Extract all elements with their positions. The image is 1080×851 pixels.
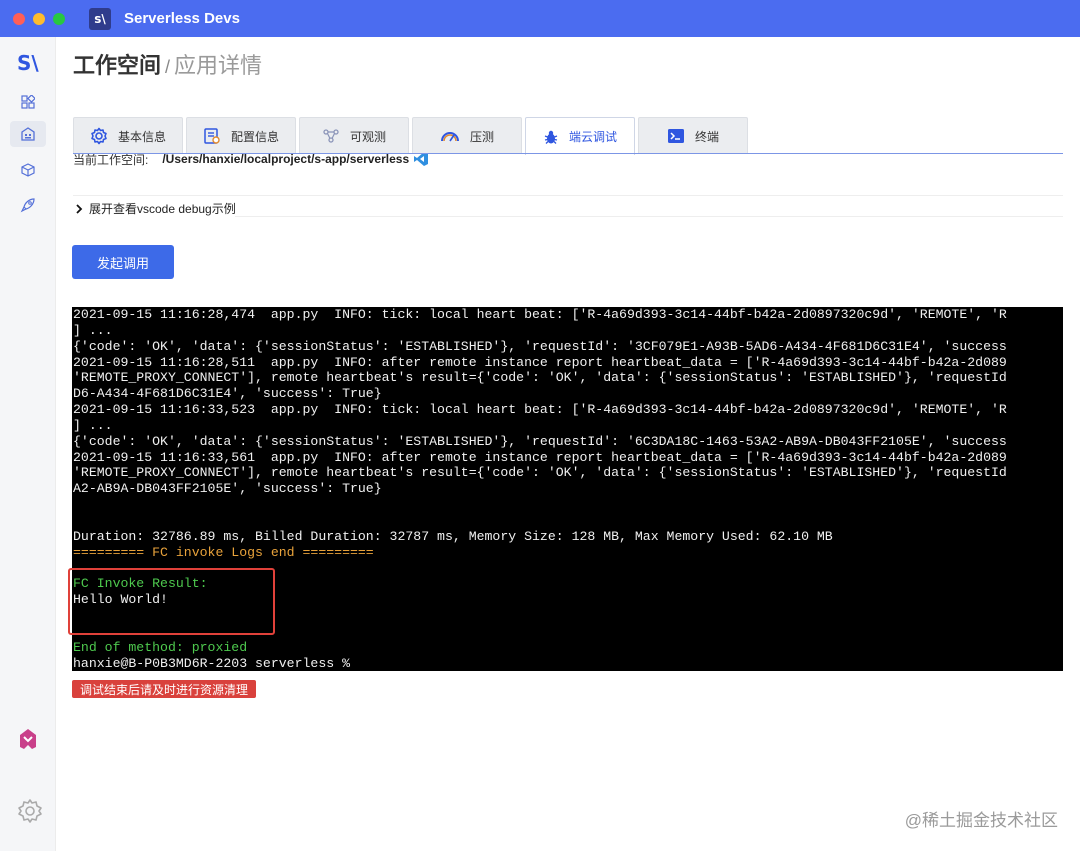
gear-icon	[91, 127, 107, 145]
terminal-line: ========= FC invoke Logs end =========	[73, 544, 374, 560]
terminal-line: 2021-09-15 11:16:28,474 app.py INFO: tic…	[73, 307, 1007, 322]
close-window-button[interactable]	[13, 12, 25, 25]
breadcrumb-app-detail: 应用详情	[174, 53, 263, 78]
sidebar-item-dashboard[interactable]	[10, 89, 46, 115]
terminal-line: ] ...	[73, 322, 113, 338]
gauge-icon	[440, 132, 459, 142]
breadcrumb-separator: /	[165, 57, 171, 77]
tab-stress-test[interactable]: 压测	[412, 117, 522, 154]
tab-observability[interactable]: 可观测	[299, 117, 409, 154]
tab-remote-debug[interactable]: 端云调试	[525, 117, 635, 155]
terminal-line: Duration: 32786.89 ms, Billed Duration: …	[73, 528, 833, 544]
brand-logo-icon	[20, 729, 36, 749]
terminal-line: {'code': 'OK', 'data': {'sessionStatus':…	[73, 433, 1007, 449]
tab-underline	[73, 153, 1063, 154]
sidebar-item-packages[interactable]	[10, 157, 46, 183]
invoke-button[interactable]: 发起调用	[72, 245, 174, 279]
sidebar-item-apps[interactable]	[10, 121, 46, 147]
app-store-icon	[21, 127, 35, 141]
tab-basic-info[interactable]: 基本信息	[73, 117, 183, 154]
tab-label: 配置信息	[230, 129, 279, 144]
divider	[73, 195, 1063, 196]
maximize-window-button[interactable]	[53, 12, 65, 25]
rocket-icon	[20, 198, 35, 213]
sidebar-logo[interactable]: S\	[17, 51, 39, 75]
app-title: Serverless Devs	[124, 10, 240, 27]
bug-icon	[544, 130, 558, 144]
tab-bar: 基本信息 配置信息 可观测 压测 端云调试 终端	[73, 117, 751, 155]
title-bar: s\ Serverless Devs	[0, 0, 1080, 37]
tab-terminal[interactable]: 终端	[638, 117, 748, 154]
minimize-window-button[interactable]	[33, 12, 45, 25]
terminal-icon	[667, 129, 684, 143]
cube-icon	[21, 163, 35, 177]
tab-label: 基本信息	[117, 129, 166, 144]
terminal-line: 2021-09-15 11:16:33,561 app.py INFO: aft…	[73, 449, 1007, 465]
terminal-line: A2-AB9A-DB043FF2105E', 'success': True}	[73, 481, 382, 497]
tab-config-info[interactable]: 配置信息	[186, 117, 296, 154]
tab-label: 压测	[469, 129, 494, 144]
terminal-line: ] ...	[73, 417, 113, 433]
sidebar: S\	[0, 37, 56, 851]
tab-label: 终端	[694, 129, 719, 144]
breadcrumb: 工作空间 / 应用详情	[73, 48, 262, 80]
app-logo-icon: s\	[89, 7, 111, 30]
breadcrumb-workspace[interactable]: 工作空间	[73, 48, 161, 80]
terminal-line: 2021-09-15 11:16:33,523 app.py INFO: tic…	[73, 402, 1007, 418]
terminal-line: hanxie@B-P0B3MD6R-2203 serverless %	[73, 655, 350, 671]
chevron-right-icon	[76, 203, 83, 214]
divider	[235, 216, 1063, 217]
vscode-debug-expander[interactable]: 展开查看vscode debug示例	[73, 200, 236, 217]
result-highlight-box	[68, 568, 275, 635]
terminal-line: {'code': 'OK', 'data': {'sessionStatus':…	[73, 338, 1007, 354]
watermark: @稀土掘金技术社区	[904, 811, 1058, 830]
terminal-line: D6-A434-4F681D6C31E4', 'success': True}	[73, 386, 382, 402]
window-controls	[13, 12, 65, 25]
expander-label: 展开查看vscode debug示例	[89, 202, 236, 216]
terminal-line: 'REMOTE_PROXY_CONNECT'], remote heartbea…	[73, 465, 1007, 481]
cleanup-warning-badge: 调试结束后请及时进行资源清理	[72, 680, 257, 698]
observe-icon	[323, 129, 339, 143]
terminal-line: End of method: proxied	[73, 639, 248, 655]
terminal-line: 'REMOTE_PROXY_CONNECT'], remote heartbea…	[73, 370, 1007, 386]
sidebar-item-deploy[interactable]	[10, 192, 46, 218]
tab-label: 端云调试	[568, 130, 617, 144]
grid-icon	[21, 95, 35, 109]
tab-label: 可观测	[349, 129, 386, 144]
gear-icon[interactable]	[16, 797, 44, 825]
config-icon	[204, 128, 220, 144]
terminal-line: 2021-09-15 11:16:28,511 app.py INFO: aft…	[73, 354, 1007, 370]
